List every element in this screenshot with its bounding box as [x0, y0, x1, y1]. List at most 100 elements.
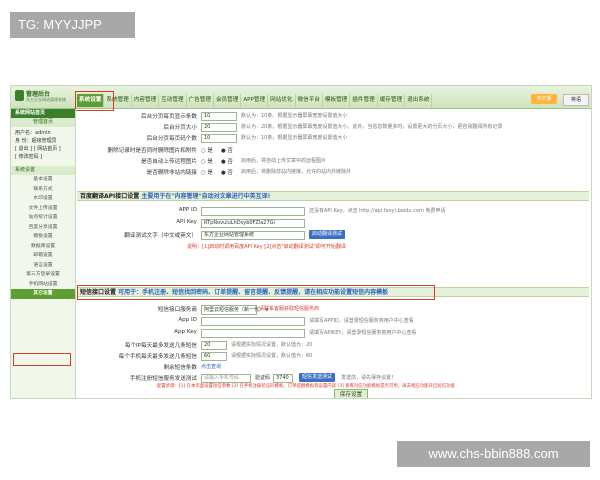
field-label: 删除记录时是否同时删除图片和附件 — [107, 148, 197, 154]
sidebar-item[interactable]: 第三方登录设置 — [11, 270, 75, 280]
field-label: 每个手机每天最多发送几条短信 — [118, 354, 197, 360]
field-hint: 默认为：20条。根据显示器屏幕宽度设置值大小。此外，当信息数量多时，设置更大的分… — [241, 124, 503, 130]
sidebar-item[interactable]: 文件上传设置 — [11, 204, 75, 214]
sms-test-button[interactable]: 短信发送测试 — [299, 373, 336, 382]
nav-tab[interactable]: 插件管理 — [350, 94, 378, 107]
nav-tab[interactable]: 退出系统 — [405, 94, 433, 107]
field-label: App Key — [174, 329, 197, 335]
nav-tab[interactable]: 内容管理 — [132, 94, 160, 107]
nav-tab[interactable]: 网站优化 — [268, 94, 296, 107]
field-label: APP ID — [178, 207, 197, 213]
field-hint: 发送前，请先保存设置！ — [341, 375, 397, 381]
sms-app-key-input[interactable] — [201, 329, 305, 338]
sidebar: 系统网站首页 管理首页 用户名：admin 身 份：超级管理员 [ 退出 ] [… — [11, 109, 76, 398]
sidebar-item[interactable]: 水印设置 — [11, 194, 75, 204]
sidebar-item[interactable]: 百度分享设置 — [11, 223, 75, 233]
sidebar-menu: 基本设置 联系方式 水印设置 文件上传设置 站点统计设置 百度分享设置 模板设置 数据库设置邮… — [11, 175, 75, 299]
save-settings-button[interactable]: 保存设置 — [334, 389, 368, 398]
sms-provider-select[interactable]: 阿里云短信服务（新一代） ▾ — [201, 305, 268, 315]
nav-tab[interactable]: 互动管理 — [159, 94, 187, 107]
radio-no[interactable]: ● 否 — [221, 146, 233, 154]
baidu-note: 说明：[1]启动时调用百度API Key [2]点击"启动翻译测试"即可开始翻译 — [187, 244, 346, 250]
form-row: 后台分页每页显示条数 10 默认为：10条。根据显示器屏幕宽度设置值大小 — [77, 111, 589, 121]
field-hint: 请填写APPID，请登录短信服务商用户中心查看 — [309, 318, 414, 324]
phone-limit-input[interactable]: 60 — [201, 352, 227, 361]
sidebar-item[interactable]: 语言设置 — [11, 261, 75, 271]
field-hint: 启用后，将删除非站内链接，允许的站内外链除外 — [241, 169, 352, 175]
lang-chinese-button[interactable]: 中文版 — [531, 94, 557, 104]
sidebar-item[interactable]: 模板设置 — [11, 232, 75, 242]
radio-row: 是否删除非站内链接 ○ 是 ● 否 启用后，将删除非站内链接，允许的站内外链除外 — [77, 167, 589, 177]
sidebar-header[interactable]: 系统网站首页 — [11, 109, 75, 118]
field-hint: 还没有API Key，点击 http://api.fanyi.baidu.com… — [309, 208, 446, 214]
sidebar-item[interactable]: 数据库设置 — [11, 242, 75, 252]
ip-limit-input[interactable]: 20 — [201, 341, 227, 350]
field-label: 是否自动上传远程图片 — [141, 159, 197, 165]
form-row: App ID 请填写APPID，请登录短信服务商用户中心查看 — [77, 316, 589, 326]
field-label: API Key — [176, 219, 197, 225]
app-id-input[interactable] — [201, 207, 305, 216]
watermark-bottom-right: www.chs-bbin888.com — [397, 441, 590, 467]
field-label: 后台分页每页码个数 — [146, 136, 197, 142]
highlight-box-sidebar — [13, 353, 71, 366]
sms-app-id-input[interactable] — [201, 317, 305, 326]
form-row: 说明：[1]启动时调用百度API Key [2]点击"启动翻译测试"即可开始翻译 — [77, 242, 589, 252]
main-nav: 系统设置 系统管理 内容管理 互动管理 广告管理 会员管理 APP管理 网站优化 微信平台 模板管… — [77, 94, 433, 108]
text-input[interactable]: 10 — [201, 134, 237, 143]
field-hint: 请联系客服获取短信服务商 — [259, 306, 320, 312]
form-row: 每个IP每天最多发送几条短信 20 请根据实际情况设置，默认值为：20 — [77, 340, 589, 350]
form-row: 配置步骤：[1] 在本页面设置短信参数 [2] 在手机注册验证码模板、订单提醒模… — [77, 382, 589, 392]
nav-tab[interactable]: 广告管理 — [187, 94, 214, 107]
translate-test-button[interactable]: 启动翻译测试 — [309, 230, 346, 239]
field-hint: 请填写APIKEY，请登录短信服务商用户中心查看 — [309, 330, 417, 336]
api-key-input[interactable]: RTpNovuluLhDsyb0FZla27Gi — [201, 219, 305, 228]
radio-row: 是否自动上传远程图片 ○ 是 ● 否 启用后，将自动上传文章中的远程图片 — [77, 156, 589, 166]
top-bar: 管理后台 东方企业网站管理系统 系统设置 系统管理 内容管理 互动管理 广告管理 会员管理… — [11, 86, 591, 111]
field-label: 后台分页大小 — [163, 125, 197, 131]
radio-yes[interactable]: ○ 是 — [201, 146, 213, 154]
user-role-line: 身 份：超级管理员 — [15, 138, 57, 144]
admin-window: 管理后台 东方企业网站管理系统 系统设置 系统管理 内容管理 互动管理 广告管理 会员管理… — [10, 85, 592, 399]
field-hint: 启用后，将自动上传文章中的远程图片 — [241, 158, 327, 164]
nav-tab[interactable]: 微信平台 — [296, 94, 323, 107]
nav-tab[interactable]: 缓存管理 — [378, 94, 406, 107]
sidebar-item[interactable]: 基本设置 — [11, 175, 75, 185]
form-row: 后台分页大小 20 默认为：20条。根据显示器屏幕宽度设置值大小。此外，当信息数… — [77, 122, 589, 132]
sidebar-item[interactable]: 站点统计设置 — [11, 213, 75, 223]
lang-english-button[interactable]: 英语 — [563, 94, 589, 106]
form-row: API Key RTpNovuluLhDsyb0FZla27Gi — [77, 218, 589, 228]
translate-test-input[interactable]: 东方企业网站管理系统 — [201, 231, 305, 240]
nav-tab[interactable]: 模板管理 — [323, 94, 351, 107]
watermark-top-left: TG: MYYJJPP — [10, 12, 135, 38]
text-input[interactable]: 10 — [201, 112, 237, 121]
radio-yes[interactable]: ○ 是 — [201, 168, 213, 176]
field-label: 是否删除非站内链接 — [146, 170, 197, 176]
field-label: 短信接口服务商 — [157, 307, 197, 313]
user-links-line[interactable]: [ 退出 ] [ 网站首页 ] — [15, 145, 71, 153]
sidebar-item[interactable]: 邮箱设置 — [11, 251, 75, 261]
section-title: 百度翻译API接口设置 — [80, 193, 140, 200]
radio-yes[interactable]: ○ 是 — [201, 157, 213, 165]
sidebar-item[interactable]: 其它设置 — [11, 289, 75, 299]
highlight-box-nav — [75, 91, 114, 111]
field-hint: 默认为：10条。根据显示器屏幕宽度设置值大小 — [241, 113, 348, 119]
captcha-label: 验证码 — [255, 375, 271, 381]
sms-balance-query-link[interactable]: 点击查询 — [201, 363, 221, 370]
nav-tab[interactable]: 会员管理 — [214, 94, 242, 107]
field-label: 手机注册短信服务发送测试 — [129, 376, 197, 382]
sidebar-section-system[interactable]: 系统设置 — [11, 166, 75, 175]
field-label: App ID — [178, 317, 197, 323]
radio-no[interactable]: ● 否 — [221, 157, 233, 165]
user-info: 用户名：admin 身 份：超级管理员 [ 退出 ] [ 网站首页 ] [ 修改… — [11, 127, 75, 163]
user-password-link[interactable]: [ 修改密码 ] — [15, 153, 71, 161]
sidebar-home-link[interactable]: 管理首页 — [11, 118, 75, 127]
user-name-line: 用户名：admin — [15, 130, 51, 136]
field-hint: 请根据实际情况设置，默认值为：60 — [231, 353, 313, 359]
radio-no[interactable]: ● 否 — [221, 168, 233, 176]
sidebar-item[interactable]: 手机网站设置 — [11, 280, 75, 290]
logo-icon — [15, 90, 24, 101]
logo: 管理后台 东方企业网站管理系统 — [15, 89, 75, 105]
nav-tab[interactable]: APP管理 — [241, 94, 269, 107]
text-input[interactable]: 20 — [201, 123, 237, 132]
sidebar-item[interactable]: 联系方式 — [11, 185, 75, 195]
